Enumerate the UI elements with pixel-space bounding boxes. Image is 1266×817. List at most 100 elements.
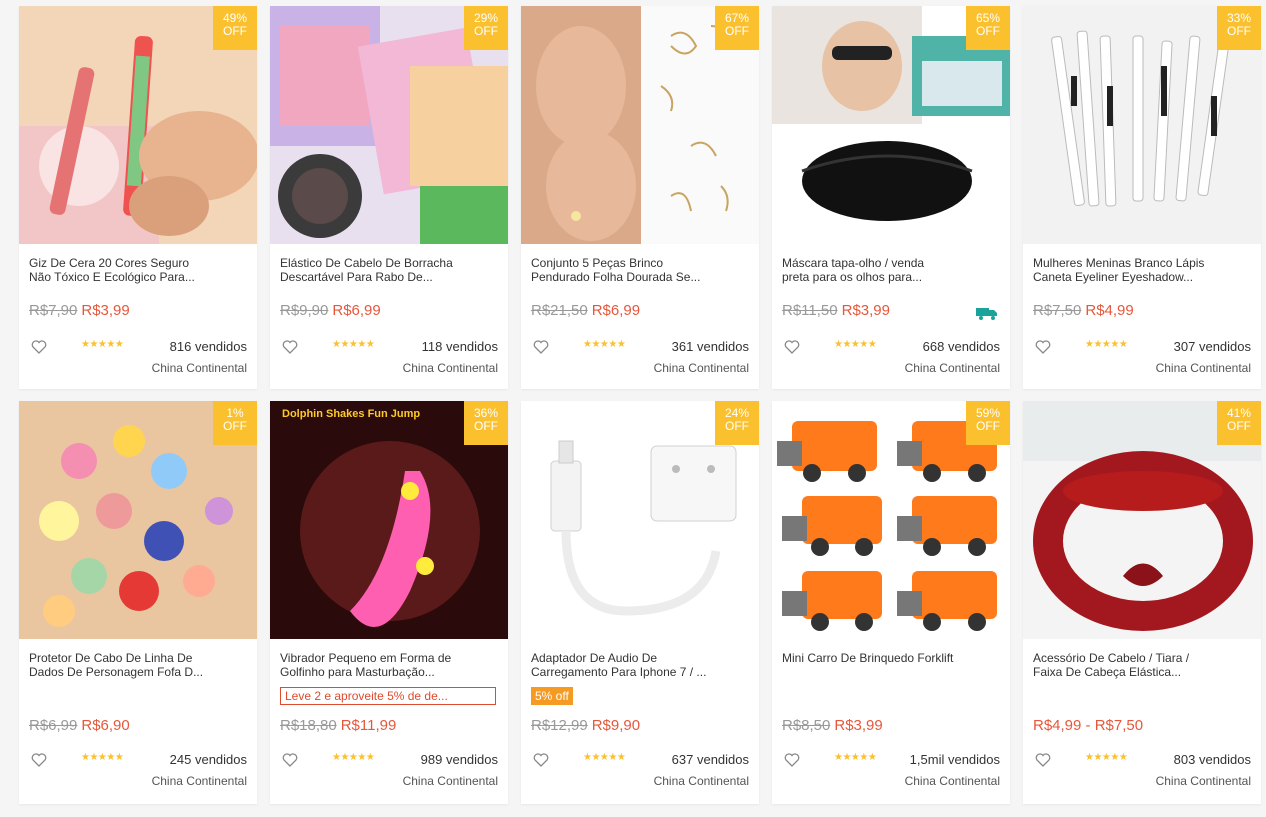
sold-count: 118 vendidos — [421, 339, 498, 354]
price-row: R$7,50 R$4,99 — [1033, 302, 1134, 319]
sold-count: 668 vendidos — [922, 339, 1000, 354]
product-title[interactable]: Acessório De Cabelo / Tiara / Faixa De Ca… — [1033, 651, 1253, 681]
title-line-2: Pendurado Folha Dourada Se... — [531, 270, 701, 284]
sold-count: 1,5mil vendidos — [909, 752, 1000, 767]
product-card[interactable]: 59% OFF Mini Carro De Brinquedo Forklift … — [772, 401, 1010, 804]
title-line-1: Adaptador De Audio De — [531, 651, 658, 665]
meta-row: ★★★★★ 668 vendidos — [782, 339, 1000, 355]
discount-badge: 1% OFF — [213, 401, 257, 445]
product-title[interactable]: Mulheres Meninas Branco Lápis Caneta Eyel… — [1033, 256, 1253, 286]
product-card[interactable]: 41% OFF Acessório De Cabelo / Tiara / Faix… — [1023, 401, 1261, 804]
price-row: R$6,99 R$6,90 — [29, 717, 130, 734]
product-card[interactable]: Dolphin Shakes Fun Jump 36% OFF Vibrador … — [270, 401, 508, 804]
discount-off-label: OFF — [725, 24, 749, 38]
discount-percent: 24% — [724, 406, 750, 420]
heart-outline-icon[interactable] — [31, 753, 47, 767]
title-line-1: Vibrador Pequeno em Forma de — [280, 651, 452, 665]
ship-origin: China Continental — [402, 361, 498, 375]
discount-percent: 65% — [975, 11, 1001, 25]
heart-outline-icon[interactable] — [533, 753, 549, 767]
sale-price: R$3,99 — [834, 717, 883, 734]
heart-outline-icon[interactable] — [1035, 753, 1051, 767]
rating-stars: ★★★★★ — [583, 752, 626, 763]
product-card[interactable]: 33% OFF Mulheres Meninas Branco Lápis Cane… — [1023, 6, 1261, 389]
product-card[interactable]: 29% OFF Elástico De Cabelo De Borracha Des… — [270, 6, 508, 389]
ship-origin: China Continental — [402, 774, 498, 788]
heart-outline-icon[interactable] — [784, 753, 800, 767]
discount-badge: 41% OFF — [1217, 401, 1261, 445]
discount-badge: 65% OFF — [966, 6, 1010, 50]
product-title[interactable]: Mini Carro De Brinquedo Forklift — [782, 651, 1002, 681]
heart-outline-icon[interactable] — [533, 340, 549, 354]
product-card[interactable]: 1% OFF Protetor De Cabo De Linha De Dados … — [19, 401, 257, 804]
rating-stars: ★★★★★ — [81, 752, 124, 763]
sold-count: 307 vendidos — [1173, 339, 1251, 354]
title-line-2: Caneta Eyeliner Eyeshadow... — [1033, 270, 1194, 284]
discount-percent: 59% — [975, 406, 1001, 420]
ship-origin: China Continental — [653, 774, 749, 788]
meta-row: ★★★★★ 307 vendidos — [1033, 339, 1251, 355]
ship-origin: China Continental — [653, 361, 749, 375]
rating-stars: ★★★★★ — [583, 339, 626, 350]
title-line-2: Descartável Para Rabo De... — [280, 270, 433, 284]
product-title[interactable]: Protetor De Cabo De Linha De Dados De Per… — [29, 651, 249, 681]
sale-price: R$4,99 — [1085, 302, 1134, 319]
discount-off-label: OFF — [976, 419, 1000, 433]
product-title[interactable]: Máscara tapa-olho / venda preta para os o… — [782, 256, 1002, 286]
sale-price: R$6,90 — [81, 717, 130, 734]
title-line-1: Conjunto 5 Peças Brinco — [531, 256, 664, 270]
product-card[interactable]: 24% OFF Adaptador De Audio De Carregamento… — [521, 401, 759, 804]
truck-icon — [976, 308, 997, 320]
price-row: R$8,50 R$3,99 — [782, 717, 883, 734]
title-line-1: Máscara tapa-olho / venda — [782, 256, 925, 270]
heart-outline-icon[interactable] — [282, 753, 298, 767]
title-line-1: Acessório De Cabelo / Tiara / — [1033, 651, 1190, 665]
discount-off-label: OFF — [1227, 24, 1251, 38]
discount-off-label: OFF — [223, 419, 247, 433]
product-grid: 49% OFF Giz De Cera 20 Cores Seguro Não Tó… — [19, 6, 1261, 804]
discount-badge: 24% OFF — [715, 401, 759, 445]
product-title[interactable]: Conjunto 5 Peças Brinco Pendurado Folha D… — [531, 256, 751, 286]
sold-count: 803 vendidos — [1173, 752, 1251, 767]
rating-stars: ★★★★★ — [332, 752, 375, 763]
meta-row: ★★★★★ 803 vendidos — [1033, 752, 1251, 768]
discount-percent: 49% — [222, 11, 248, 25]
rating-stars: ★★★★★ — [1085, 339, 1128, 350]
title-line-1: Mini Carro De Brinquedo Forklift — [782, 651, 954, 665]
heart-outline-icon[interactable] — [282, 340, 298, 354]
original-price: R$7,50 — [1033, 302, 1082, 319]
discount-percent: 41% — [1226, 406, 1252, 420]
product-card[interactable]: 67% OFF Conjunto 5 Peças Brinco Pendurado … — [521, 6, 759, 389]
discount-off-label: OFF — [474, 419, 498, 433]
heart-outline-icon[interactable] — [1035, 340, 1051, 354]
product-title[interactable]: Elástico De Cabelo De Borracha Descartáve… — [280, 256, 500, 286]
discount-badge: 36% OFF — [464, 401, 508, 445]
original-price: R$7,90 — [29, 302, 78, 319]
product-card[interactable]: 65% OFF Máscara tapa-olho / venda preta pa… — [772, 6, 1010, 389]
original-price: R$8,50 — [782, 717, 831, 734]
rating-stars: ★★★★★ — [834, 339, 877, 350]
heart-outline-icon[interactable] — [784, 340, 800, 354]
title-line-2: preta para os olhos para... — [782, 270, 923, 284]
product-title[interactable]: Vibrador Pequeno em Forma de Golfinho par… — [280, 651, 500, 681]
product-title[interactable]: Adaptador De Audio De Carregamento Para I… — [531, 651, 751, 681]
discount-percent: 1% — [226, 406, 244, 420]
price-row: R$12,99 R$9,90 — [531, 717, 640, 734]
meta-row: ★★★★★ 1,5mil vendidos — [782, 752, 1000, 768]
product-card[interactable]: 49% OFF Giz De Cera 20 Cores Seguro Não Tó… — [19, 6, 257, 389]
discount-percent: 67% — [724, 11, 750, 25]
title-line-2: Faixa De Cabeça Elástica... — [1033, 665, 1182, 679]
coupon-tag: 5% off — [531, 687, 573, 705]
discount-badge: 59% OFF — [966, 401, 1010, 445]
ship-origin: China Continental — [1155, 361, 1251, 375]
price-row: R$4,99 - R$7,50 — [1033, 717, 1143, 734]
sold-count: 989 vendidos — [420, 752, 498, 767]
sold-count: 361 vendidos — [671, 339, 749, 354]
ship-origin: China Continental — [904, 774, 1000, 788]
discount-off-label: OFF — [223, 24, 247, 38]
promo-tag[interactable]: Leve 2 e aproveite 5% de de... — [280, 687, 496, 705]
heart-outline-icon[interactable] — [31, 340, 47, 354]
original-price: R$9,90 — [280, 302, 329, 319]
product-title[interactable]: Giz De Cera 20 Cores Seguro Não Tóxico E … — [29, 256, 249, 286]
title-line-2: Dados De Personagem Fofa D... — [29, 665, 204, 679]
